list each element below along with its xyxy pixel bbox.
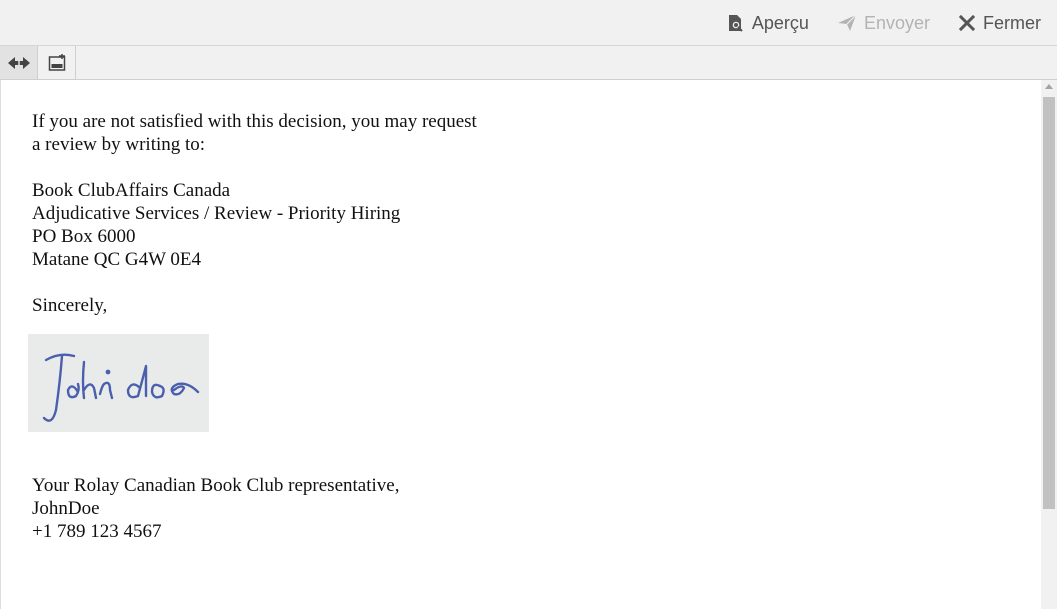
close-label: Fermer — [983, 12, 1041, 33]
direction-toggle-icon — [7, 56, 30, 69]
address-line: Book ClubAffairs Canada — [32, 180, 231, 201]
preview-label: Aperçu — [751, 12, 809, 33]
vertical-scrollbar[interactable] — [1041, 80, 1057, 609]
send-button[interactable]: Envoyer — [837, 13, 930, 34]
preview-icon — [728, 15, 743, 32]
scroll-up-arrow-icon[interactable] — [1045, 84, 1053, 89]
editor-toolbar — [0, 46, 1057, 80]
send-label: Envoyer — [863, 12, 930, 33]
preview-button[interactable]: Aperçu — [725, 13, 809, 34]
insert-field-button[interactable] — [38, 46, 76, 79]
letter-editor[interactable]: If you are not satisfied with this decis… — [0, 80, 1041, 609]
address-line: Adjudicative Services / Review - Priorit… — [32, 203, 401, 224]
top-bar: Aperçu Envoyer Fermer — [0, 0, 1057, 46]
address-line: Matane QC G4W 0E4 — [32, 249, 202, 270]
send-icon — [837, 14, 857, 31]
scrollbar-thumb[interactable] — [1043, 97, 1055, 509]
intro-line: If you are not satisfied with this decis… — [32, 111, 477, 132]
close-icon — [958, 14, 976, 32]
signature-image — [28, 334, 209, 432]
letter-body: If you are not satisfied with this decis… — [28, 110, 477, 543]
close-button[interactable]: Fermer — [958, 13, 1041, 34]
signature-line: Your Rolay Canadian Book Club representa… — [32, 475, 400, 496]
intro-line: a review by writing to: — [32, 134, 206, 155]
address-line: PO Box 6000 — [32, 226, 136, 247]
top-actions: Aperçu Envoyer Fermer — [697, 0, 1041, 46]
closing-line: Sincerely, — [32, 295, 108, 316]
insert-field-icon — [48, 53, 65, 71]
signature-line: JohnDoe — [32, 498, 100, 519]
direction-toggle-button[interactable] — [0, 46, 38, 79]
signature-line: +1 789 123 4567 — [32, 521, 162, 542]
